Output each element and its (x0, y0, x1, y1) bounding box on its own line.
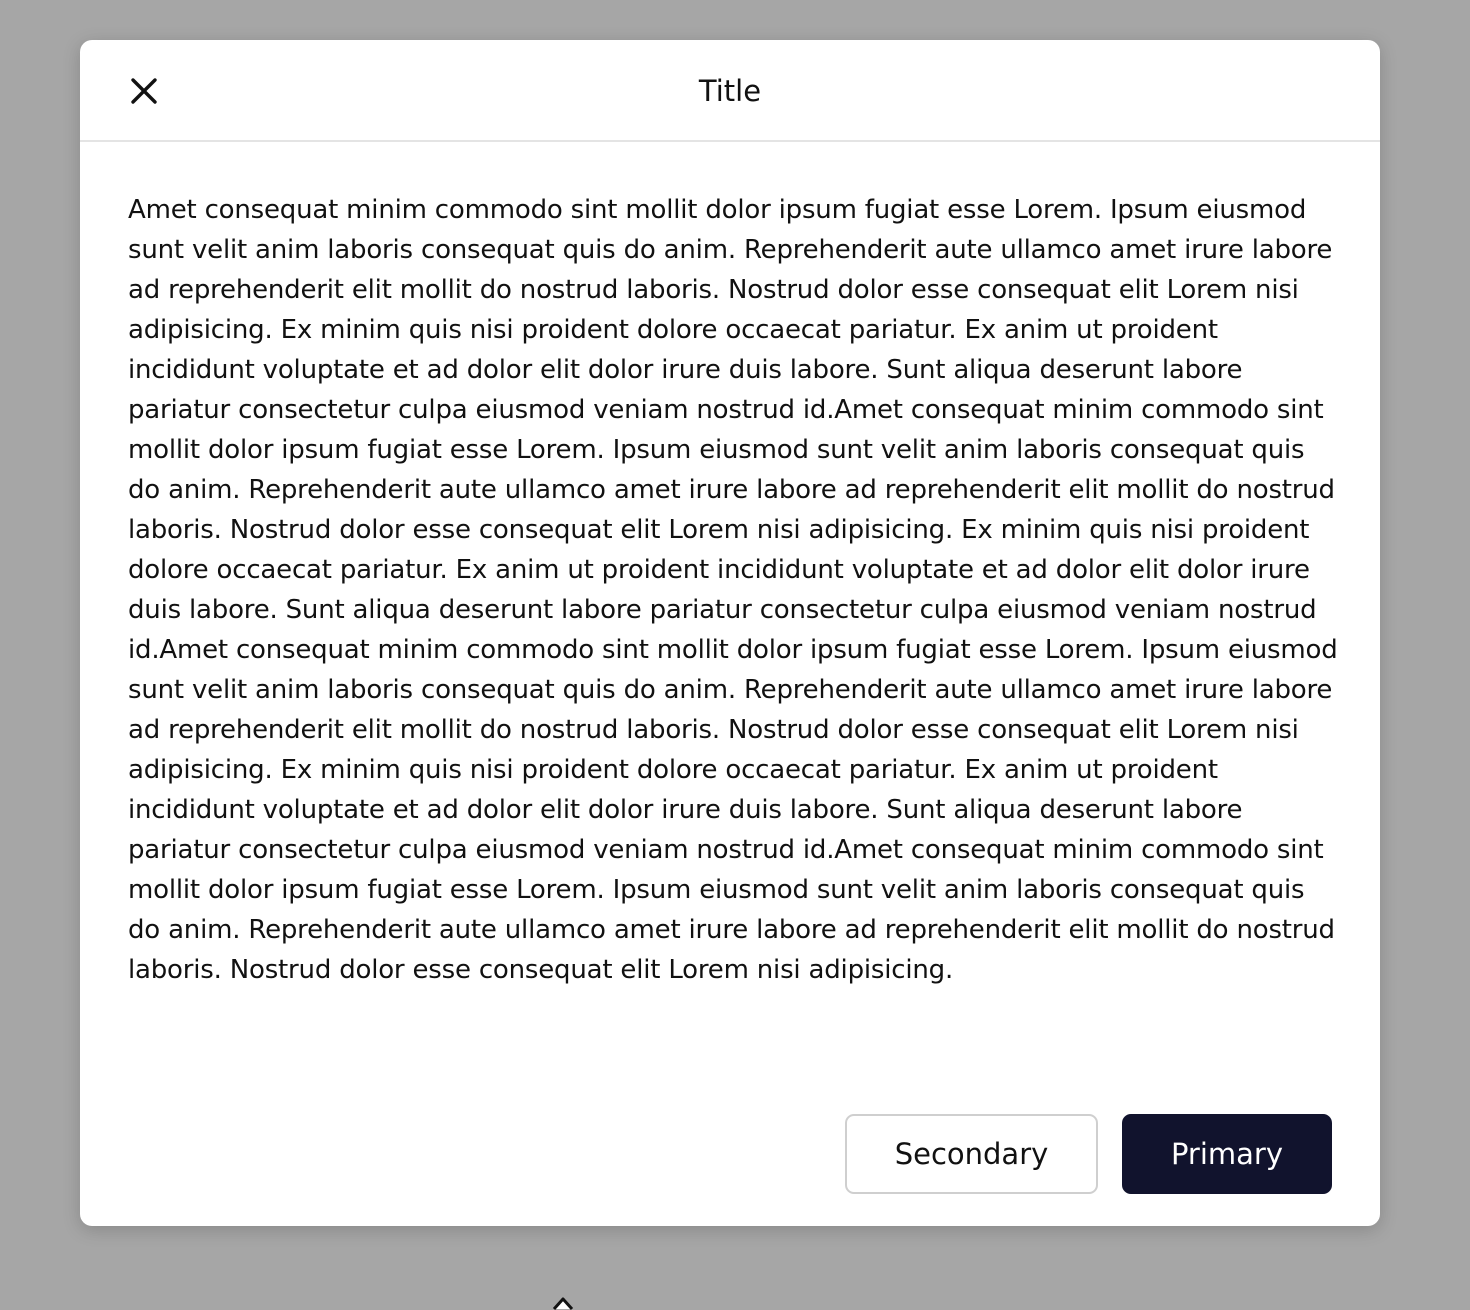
modal-header: Title (80, 40, 1380, 142)
modal-body-text: Amet consequat minim commodo sint mollit… (128, 195, 1338, 985)
primary-button[interactable]: Primary (1122, 1114, 1332, 1194)
modal-title: Title (698, 74, 762, 108)
modal-dialog: Title Amet consequat minim commodo sint … (80, 40, 1380, 1226)
secondary-button[interactable]: Secondary (845, 1114, 1098, 1194)
modal-footer: Secondary Primary (845, 1114, 1332, 1194)
close-icon (131, 78, 157, 104)
close-button[interactable] (120, 67, 168, 115)
